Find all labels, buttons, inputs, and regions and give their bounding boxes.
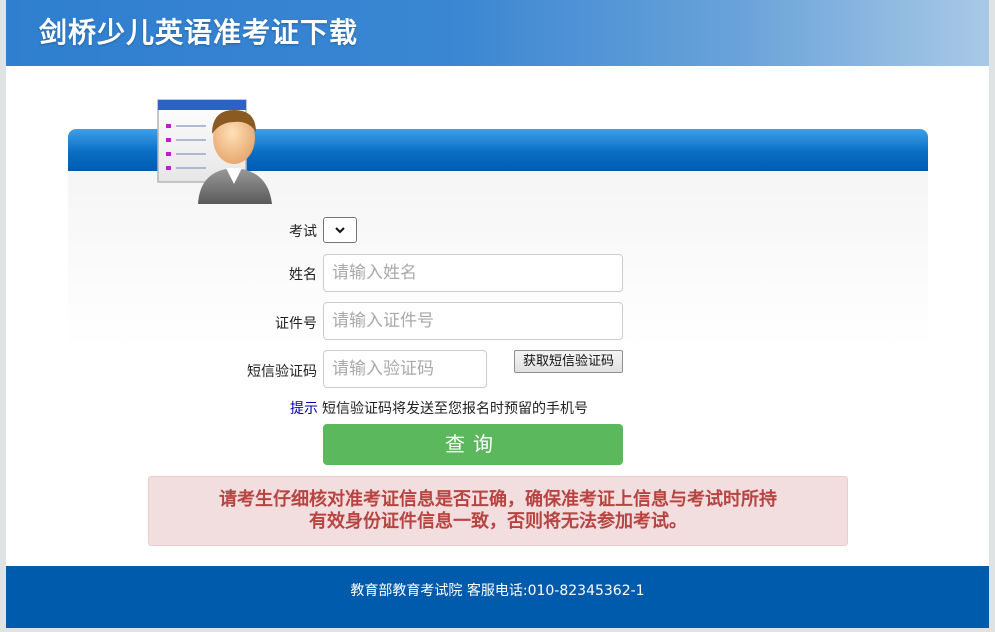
footer-text: 教育部教育考试院 客服电话:010-82345362-1	[350, 583, 645, 599]
notice-box: 请考生仔细核对准考证信息是否正确，确保准考证上信息与考试时所持 有效身份证件信息…	[148, 476, 848, 546]
sms-code-label: 短信验证码	[247, 364, 317, 380]
name-input[interactable]	[323, 254, 623, 292]
id-number-label: 证件号	[275, 316, 317, 332]
name-label: 姓名	[289, 267, 317, 283]
exam-select[interactable]	[323, 217, 357, 243]
exam-label: 考试	[289, 224, 317, 240]
chevron-down-icon	[335, 227, 345, 234]
hint-text: 短信验证码将发送至您报名时预留的手机号	[322, 401, 588, 417]
page-frame: 剑桥少儿英语准考证下载 考试 姓名 请输入姓名 证件号 请输入证件号 短信验证码…	[6, 0, 989, 628]
user-card-icon	[157, 99, 272, 204]
page-title: 剑桥少儿英语准考证下载	[39, 16, 359, 49]
sms-code-input[interactable]	[323, 350, 487, 388]
id-number-input[interactable]	[323, 302, 623, 340]
query-button[interactable]: 查询	[323, 424, 623, 465]
page-header: 剑桥少儿英语准考证下载	[6, 0, 989, 66]
notice-line-2: 有效身份证件信息一致，否则将无法参加考试。	[309, 511, 687, 532]
notice-line-1: 请考生仔细核对准考证信息是否正确，确保准考证上信息与考试时所持	[219, 489, 777, 510]
get-sms-code-button[interactable]: 获取短信验证码	[514, 350, 623, 373]
hint-link[interactable]: 提示	[290, 398, 318, 418]
page-footer: 教育部教育考试院 客服电话:010-82345362-1	[6, 566, 989, 628]
